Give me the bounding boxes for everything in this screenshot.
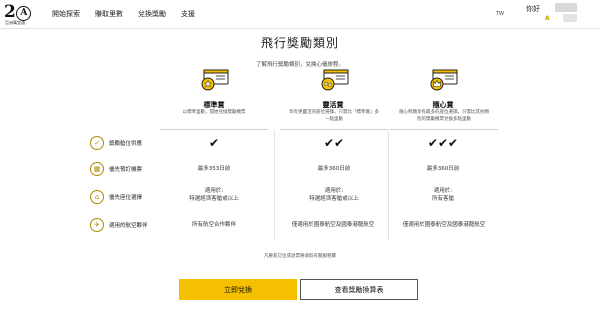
column-divider-tailored [390, 129, 498, 130]
nav-item-explore[interactable]: 開始探索 [52, 9, 80, 19]
member-tier-badge: A [545, 15, 550, 22]
row-label-partner-airlines: ✈ 適用的航空夥伴 [90, 218, 148, 232]
redacted-username [555, 3, 577, 12]
booking-window-choice: 最多360日前 [317, 166, 351, 172]
logo-mark-letter: A [15, 6, 31, 21]
logo-mark-digit: 2 [4, 2, 16, 22]
partners-tailored: 僅適用於國泰航空及國泰港龍航空 [402, 222, 486, 228]
partners-standard: 所有航空合作夥伴 [191, 222, 236, 228]
tier-desc-tailored: 隨心所願享有最多的座位選擇。只需比其他類別的獎勵機票兌換多點里數 [399, 110, 489, 122]
seat-selection-standard: 適用於: 特選經濟客艙或以上 [189, 188, 239, 202]
tier-desc-standard: 以標準里數，開始兌換獎勵機票 [182, 110, 246, 115]
row-label-seat-selection: ⌂ 優先座位選擇 [90, 190, 142, 204]
check-circle-icon: ✓ [90, 136, 104, 150]
view-award-chart-button[interactable]: 查看獎勵換算表 [300, 279, 418, 300]
row-label-award-availability: ✓ 獎勵艙位供應 [90, 136, 142, 150]
asia-miles-logo[interactable]: 2A 亞洲萬里通 [2, 2, 42, 27]
tier-name-standard: 標準賞 [203, 101, 225, 109]
nav-item-earn[interactable]: 賺取里數 [95, 9, 123, 19]
main-nav: 開始探索 賺取里數 兌換獎勵 支援 [52, 9, 195, 19]
top-navigation-bar: 2A 亞洲萬里通 開始探索 賺取里數 兌換獎勵 支援 TW 你好 A [0, 0, 600, 29]
booking-window-tailored: 最多360日前 [426, 166, 460, 172]
page-title: 飛行獎勵類別 [260, 36, 339, 50]
column-divider-standard [160, 129, 268, 130]
redeem-now-button[interactable]: 立即兌換 [179, 279, 297, 300]
logo-text: 亞洲萬里通 [5, 20, 25, 25]
row-label-priority-booking: ▦ 優先預訂機票 [90, 162, 142, 176]
star-ticket-icon [201, 69, 229, 91]
seat-icon: ⌂ [90, 190, 104, 204]
user-greeting[interactable]: 你好 [526, 4, 540, 14]
tier-name-tailored: 隨心賞 [432, 101, 454, 109]
availability-tailored-check-icon: ✔✔✔ [427, 136, 459, 150]
seat-selection-choice: 適用於: 特選經濟客艙或以上 [309, 188, 359, 202]
tier-desc-choice: 享有更靈活的座位選擇。只需比「標準賞」多一點里數 [289, 110, 379, 122]
language-switcher[interactable]: TW [493, 9, 507, 19]
fee-note: 凡重新訂位或退票將收取有關服務費 [264, 254, 336, 259]
calendar-icon: ▦ [90, 162, 104, 176]
nav-item-redeem[interactable]: 兌換獎勵 [138, 9, 166, 19]
availability-standard-check-icon: ✔ [208, 136, 220, 150]
availability-choice-check-icon: ✔✔ [323, 136, 345, 150]
partners-choice: 僅適用於國泰航空及國泰港龍航空 [291, 222, 375, 228]
stars-ticket-icon [321, 69, 349, 91]
column-divider-choice [280, 129, 388, 130]
seat-selection-tailored: 適用於: 所有客艙 [431, 188, 454, 202]
booking-window-standard: 最多353日前 [197, 166, 231, 172]
crown-ticket-icon [430, 69, 458, 91]
tier-name-choice: 靈活賞 [322, 101, 344, 109]
page-subtitle: 了解飛行獎勵類別，兌換心儀旅程。 [255, 62, 344, 68]
plane-icon: ✈ [90, 218, 104, 232]
redacted-miles-balance [563, 14, 577, 22]
nav-item-support[interactable]: 支援 [181, 9, 195, 19]
